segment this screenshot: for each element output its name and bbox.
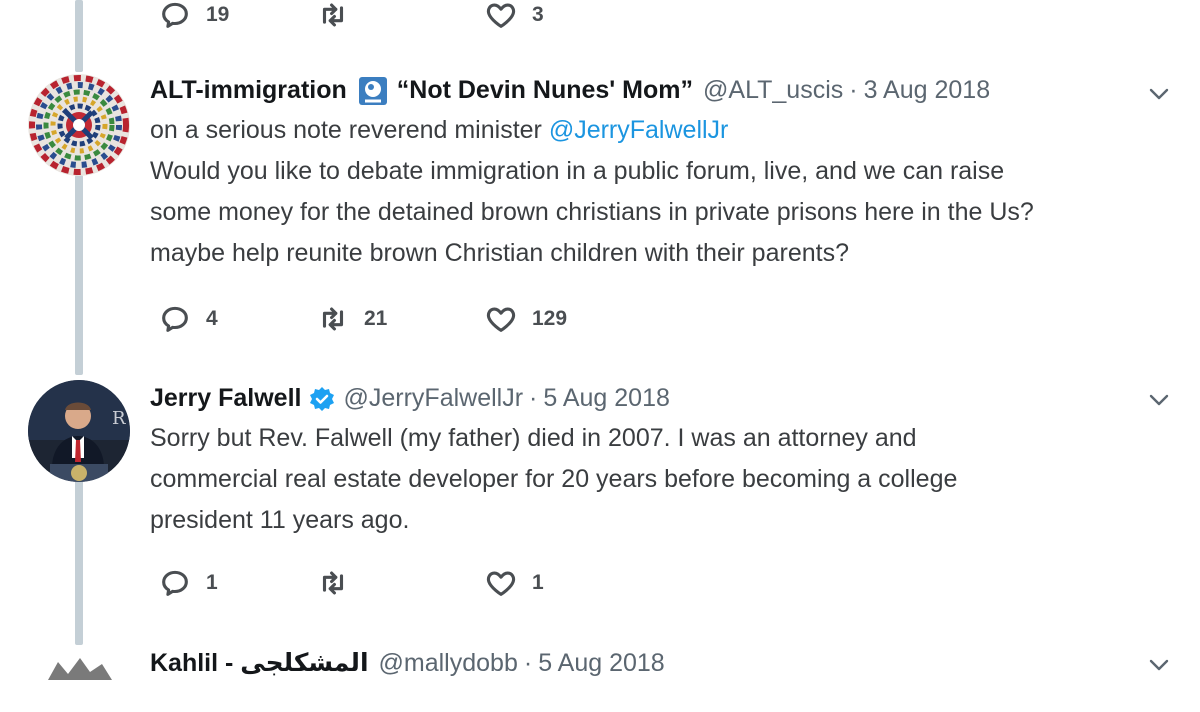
reply-count: 4	[206, 307, 218, 330]
more-options-button[interactable]	[1144, 655, 1174, 675]
verified-badge-icon	[309, 386, 335, 412]
thread-line	[75, 480, 83, 645]
reply-button[interactable]: 1	[158, 566, 218, 600]
avatar[interactable]	[28, 74, 130, 176]
heart-icon	[486, 3, 516, 28]
reply-icon	[162, 306, 188, 332]
chevron-down-icon	[1149, 88, 1169, 100]
like-count: 3	[532, 3, 544, 26]
like-count: 1	[532, 571, 544, 594]
handle[interactable]: @ALT_uscis	[703, 76, 843, 105]
tweet-text: on a serious note reverend minister @Jer…	[150, 110, 728, 151]
display-name[interactable]: Kahlil - المشكلجى	[150, 648, 369, 678]
display-name[interactable]: ALT-immigration	[150, 76, 347, 105]
timestamp[interactable]: 5 Aug 2018	[543, 384, 670, 413]
separator-dot: ·	[849, 76, 858, 104]
timestamp[interactable]: 5 Aug 2018	[538, 649, 665, 678]
tweet-header: Jerry Falwell @JerryFalwellJr · 5 Aug 20…	[150, 384, 670, 413]
retweet-button[interactable]: 21	[316, 302, 387, 336]
crystal-ball-emoji-icon	[358, 76, 387, 105]
like-count: 129	[532, 307, 568, 330]
thread-line	[75, 175, 83, 375]
handle[interactable]: @mallydobb	[379, 649, 518, 678]
flags-collage-logo	[28, 74, 130, 176]
tweet-header: ALT-immigration “Not Devin Nunes' Mom” @…	[150, 76, 990, 105]
retweet-button[interactable]	[316, 566, 364, 600]
separator-dot: ·	[529, 384, 538, 412]
chevron-down-icon	[1149, 394, 1169, 406]
handle[interactable]: @JerryFalwellJr	[343, 384, 523, 413]
more-options-button[interactable]	[1144, 390, 1174, 410]
retweet-button[interactable]	[316, 0, 364, 32]
display-name-suffix: “Not Devin Nunes' Mom”	[396, 76, 694, 104]
tweet-text: Sorry but Rev. Falwell (my father) died …	[150, 424, 958, 534]
tweet-text: Would you like to debate immigration in …	[150, 157, 1034, 267]
reply-button[interactable]: 19	[158, 0, 229, 32]
avatar[interactable]	[28, 652, 130, 712]
svg-text:R: R	[112, 408, 126, 429]
reply-icon	[162, 2, 188, 28]
heart-icon	[486, 571, 516, 596]
reply-count: 1	[206, 571, 218, 594]
reply-icon	[162, 570, 188, 596]
timestamp[interactable]: 3 Aug 2018	[864, 76, 991, 105]
mention-link[interactable]: @JerryFalwellJr	[549, 116, 729, 144]
reply-count: 19	[206, 3, 230, 26]
avatar[interactable]: R	[28, 380, 130, 482]
separator-dot: ·	[523, 648, 533, 677]
display-name[interactable]: Jerry Falwell	[150, 384, 301, 413]
retweet-count: 21	[364, 307, 388, 330]
tweet-text-line: on a serious note reverend minister	[150, 116, 549, 144]
thread-line	[75, 0, 83, 72]
chevron-down-icon	[1149, 659, 1169, 671]
heart-icon	[486, 307, 516, 332]
more-options-button[interactable]	[1144, 84, 1174, 104]
retweet-icon	[322, 571, 344, 595]
reply-button[interactable]: 4	[158, 302, 218, 336]
tweet-header: Kahlil - المشكلجى @mallydobb · 5 Aug 201…	[150, 648, 665, 678]
retweet-icon	[322, 307, 344, 331]
like-button[interactable]: 1	[484, 566, 544, 600]
profile-photo	[48, 658, 112, 680]
like-button[interactable]: 129	[484, 302, 567, 336]
profile-photo: R	[28, 380, 130, 482]
like-button[interactable]: 3	[484, 0, 544, 32]
retweet-icon	[322, 3, 344, 27]
